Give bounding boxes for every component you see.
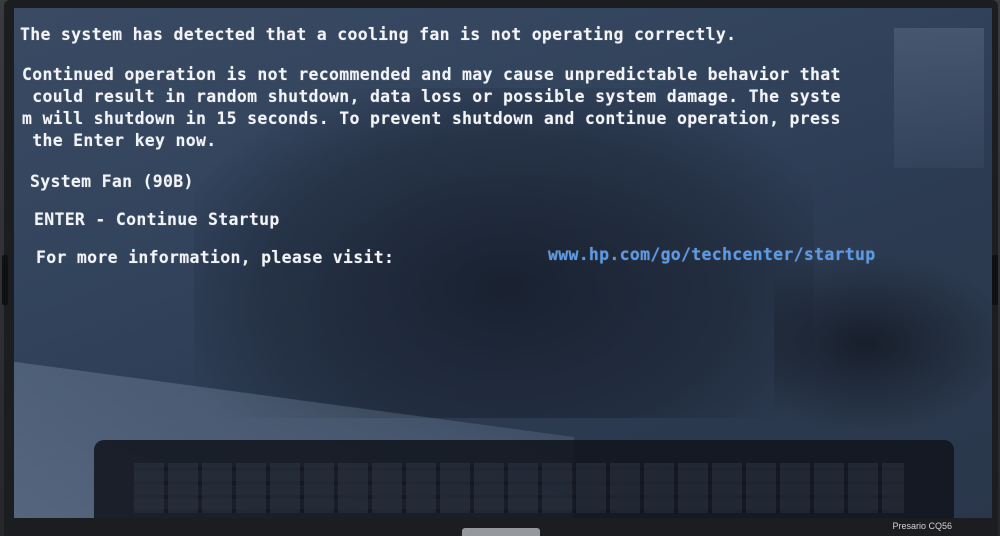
screen-reflection-object [774,258,992,428]
screen-reflection-door [894,28,984,168]
bezel-hinge-right [992,255,998,305]
warning-paragraph-line-2: could result in random shutdown, data lo… [22,87,841,106]
fan-warning-heading: The system has detected that a cooling f… [20,25,737,44]
warning-paragraph-line-3: m will shutdown in 15 seconds. To preven… [22,109,841,128]
screen-reflection-keys [134,463,904,513]
warning-paragraph-line-4: the Enter key now. [22,131,217,150]
photo-frame: The system has detected that a cooling f… [0,0,1000,536]
bezel-hinge-left [2,255,8,305]
fan-error-code: System Fan (90B) [30,172,194,191]
info-label: For more information, please visit: [36,248,395,267]
warning-paragraph-line-1: Continued operation is not recommended a… [22,65,841,84]
brand-logo [462,528,540,536]
model-label: Presario CQ56 [892,521,952,531]
laptop-screen: The system has detected that a cooling f… [14,8,992,518]
enter-continue-option[interactable]: ENTER - Continue Startup [34,210,280,229]
info-url-link[interactable]: www.hp.com/go/techcenter/startup [548,245,875,264]
laptop-bezel: The system has detected that a cooling f… [4,0,998,536]
